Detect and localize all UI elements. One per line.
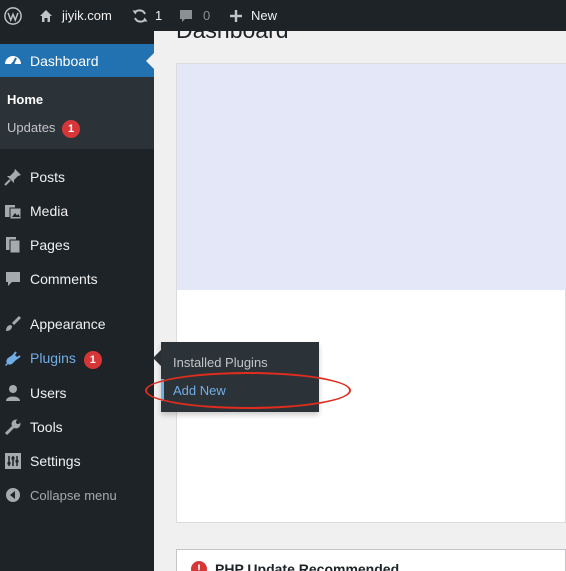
highlight-annotation [145, 372, 351, 409]
plus-icon [229, 9, 243, 23]
comments-count: 0 [203, 8, 211, 23]
sidebar-item-comments[interactable]: Comments [0, 262, 154, 296]
sidebar-item-label: Appearance [30, 316, 106, 332]
sidebar-item-label: Users [30, 385, 67, 401]
sidebar-item-users[interactable]: Users [0, 376, 154, 410]
alert-icon: ! [191, 561, 207, 571]
admin-sidebar: Dashboard Home Updates 1 Posts Media Pag… [0, 31, 154, 571]
main-content: Dashboard ! PHP Update Recommended [154, 31, 566, 571]
sidebar-item-plugins-label: Plugins 1 [30, 350, 102, 369]
pages-icon [4, 236, 22, 254]
sidebar-item-plugins[interactable]: Plugins 1 [0, 342, 154, 376]
sidebar-item-label: Dashboard [30, 52, 99, 69]
notice-title: PHP Update Recommended [215, 561, 400, 571]
current-menu-arrow [146, 53, 154, 69]
collapse-menu-button[interactable]: Collapse menu [0, 478, 154, 512]
site-name-link[interactable]: jiyik.com [38, 0, 112, 31]
wordpress-logo-icon[interactable] [4, 0, 22, 31]
refresh-icon [131, 8, 149, 24]
home-icon [38, 8, 54, 24]
page-title: Dashboard [176, 31, 289, 44]
dashboard-submenu: Home Updates 1 [0, 77, 154, 149]
sidebar-item-label: Settings [30, 453, 81, 469]
sidebar-item-label: Tools [30, 419, 63, 435]
sidebar-item-media[interactable]: Media [0, 194, 154, 228]
site-name: jiyik.com [62, 8, 112, 23]
flyout-arrow [153, 350, 161, 366]
collapse-menu-label: Collapse menu [30, 487, 117, 503]
comment-icon [4, 270, 22, 288]
media-icon [4, 202, 22, 220]
plugin-icon [4, 350, 22, 368]
php-update-notice: ! PHP Update Recommended [176, 549, 566, 571]
sidebar-item-settings[interactable]: Settings [0, 444, 154, 478]
sidebar-item-label: Pages [30, 237, 70, 253]
updates-count: 1 [155, 8, 163, 23]
sidebar-item-label: Plugins [30, 349, 76, 366]
sidebar-item-dashboard[interactable]: Dashboard [0, 44, 154, 77]
comments-link[interactable]: 0 [178, 0, 210, 31]
admin-bar: jiyik.com 1 0 New [0, 0, 566, 31]
comment-icon [178, 8, 194, 24]
sidebar-item-label: Comments [30, 271, 98, 287]
new-label: New [251, 8, 278, 23]
plugins-badge: 1 [83, 350, 102, 369]
user-icon [4, 384, 22, 402]
sidebar-item-tools[interactable]: Tools [0, 410, 154, 444]
settings-icon [4, 452, 22, 470]
brush-icon [4, 315, 22, 333]
new-content-link[interactable]: New [229, 0, 277, 31]
submenu-updates-label: Updates [7, 120, 56, 135]
submenu-updates[interactable]: Updates 1 [7, 120, 81, 138]
sidebar-item-label: Media [30, 203, 69, 219]
sidebar-item-label: Posts [30, 169, 66, 185]
updates-badge: 1 [62, 120, 81, 138]
updates-link[interactable]: 1 [131, 0, 162, 31]
pin-icon [4, 168, 22, 186]
flyout-installed-plugins[interactable]: Installed Plugins [173, 355, 268, 370]
submenu-home[interactable]: Home [7, 92, 43, 107]
welcome-panel-header [177, 64, 566, 290]
wrench-icon [4, 418, 22, 436]
sidebar-item-pages[interactable]: Pages [0, 228, 154, 262]
sidebar-item-appearance[interactable]: Appearance [0, 307, 154, 341]
collapse-icon [4, 486, 22, 504]
sidebar-item-posts[interactable]: Posts [0, 160, 154, 194]
dashboard-icon [4, 52, 22, 71]
welcome-panel [176, 63, 566, 523]
